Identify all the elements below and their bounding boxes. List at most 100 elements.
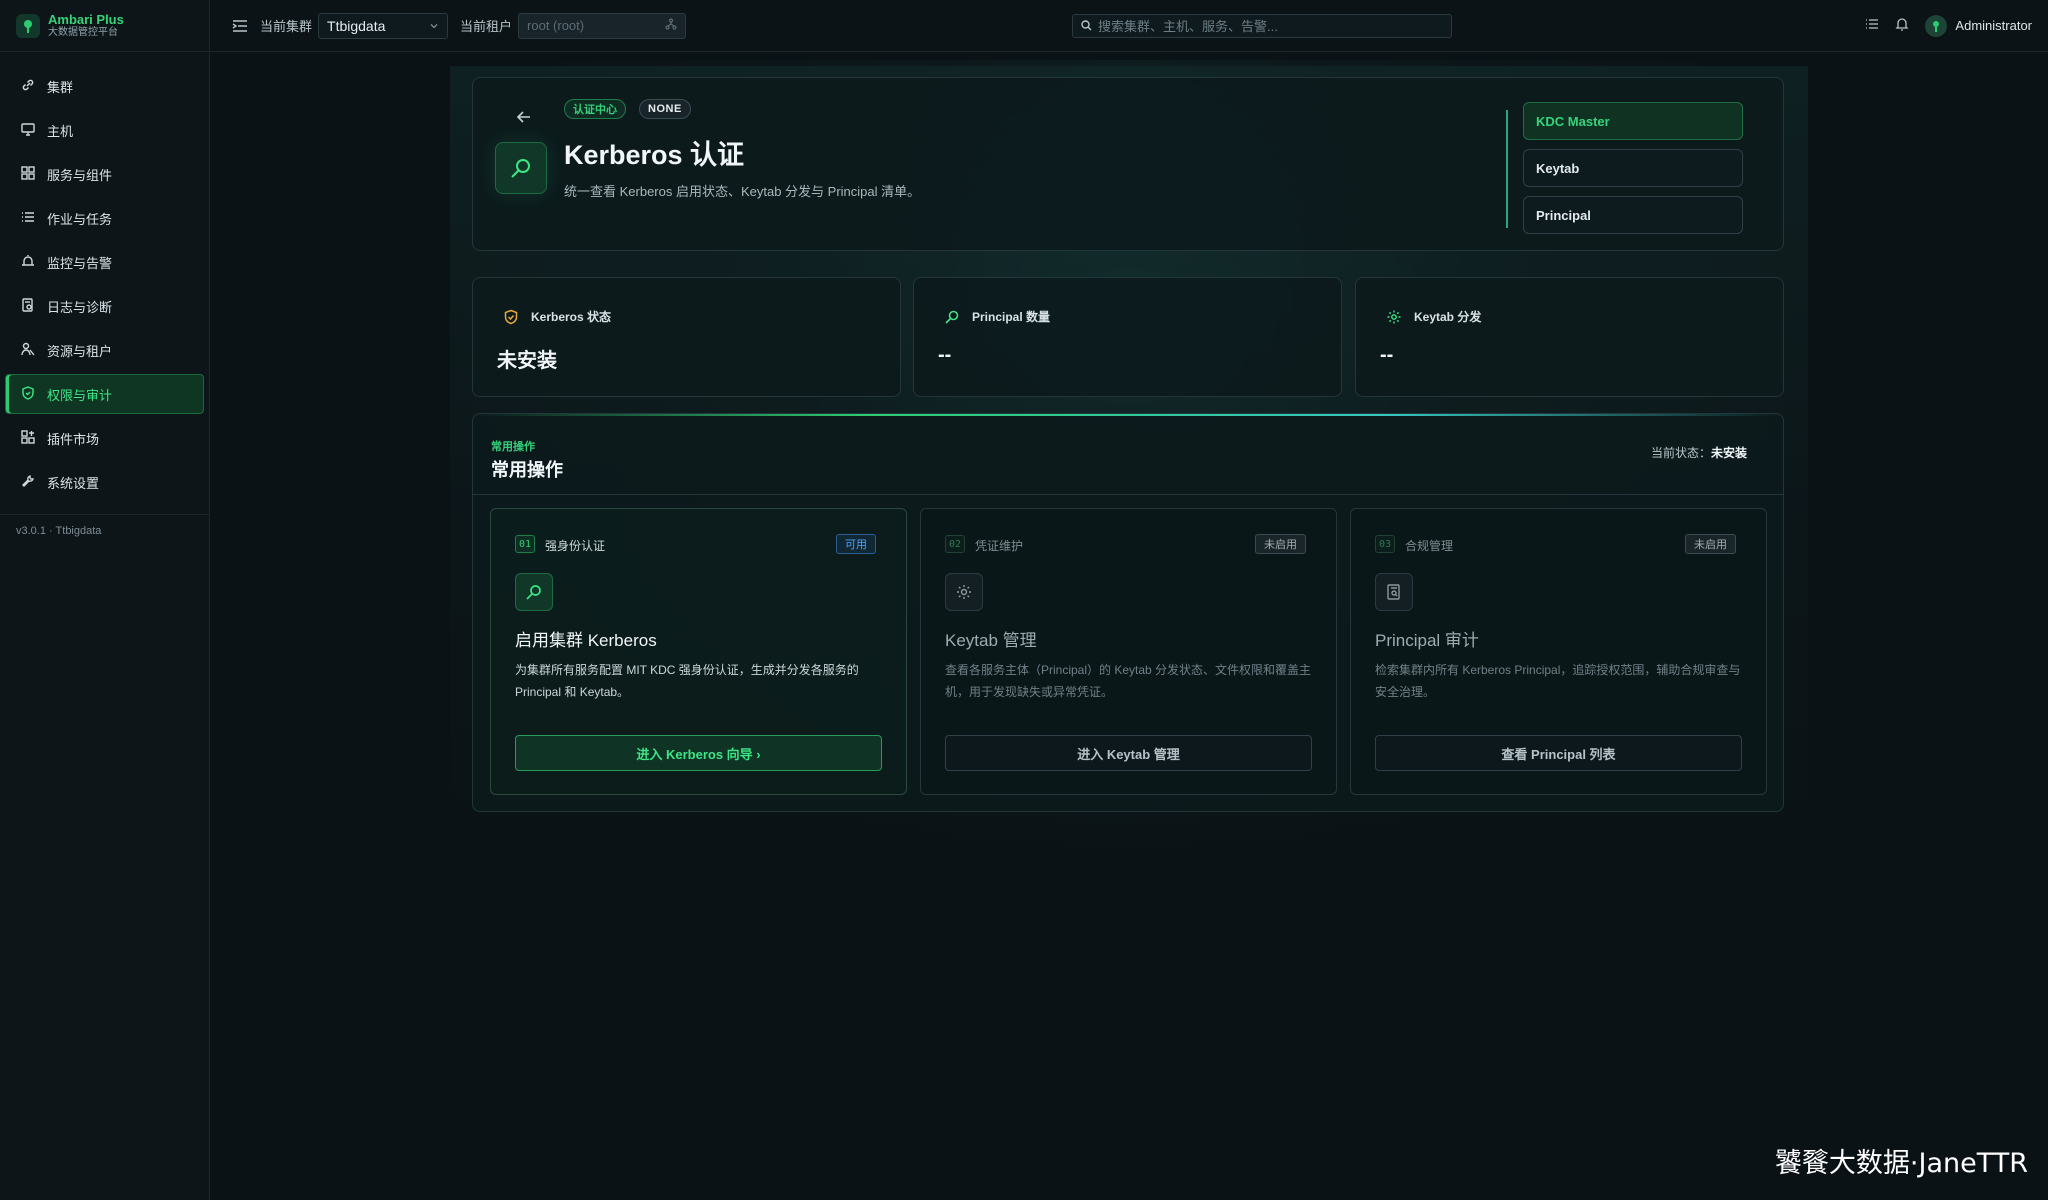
sidebar-item-plugins[interactable]: 插件市场 (5, 418, 204, 458)
sidebar-item-label: 日志与诊断 (47, 299, 113, 315)
sidebar-item-settings[interactable]: 系统设置 (5, 462, 204, 502)
stat-label: Keytab 分发 (1414, 310, 1482, 324)
operations-accent-line (473, 414, 1783, 416)
avatar[interactable] (1925, 14, 1948, 37)
brand-logo-icon (16, 13, 40, 38)
sidebar-item-logs[interactable]: 日志与诊断 (5, 286, 204, 326)
sidebar-item-label: 作业与任务 (47, 211, 113, 227)
tenant-placeholder: root (root) (527, 18, 585, 33)
sidebar-item-jobs[interactable]: 作业与任务 (5, 198, 204, 238)
hero-tag-status: NONE (639, 99, 691, 119)
enter-kerberos-wizard-button[interactable]: 进入 Kerberos 向导 › (515, 735, 882, 771)
operation-number: 01 (515, 535, 535, 553)
brand-title: Ambari Plus (48, 11, 124, 27)
stat-label: Kerberos 状态 (531, 310, 612, 324)
operations-kicker: 常用操作 (491, 441, 535, 453)
operations-divider (473, 494, 1783, 495)
operation-description: 为集群所有服务配置 MIT KDC 强身份认证，生成并分发各服务的 Princi… (515, 663, 859, 699)
status-badge: 可用 (836, 534, 876, 554)
sidebar-item-hosts[interactable]: 主机 (5, 110, 204, 150)
sidebar-item-label: 主机 (47, 123, 74, 139)
users-icon (21, 342, 37, 358)
hero-link-kdc-master[interactable]: KDC Master (1523, 102, 1743, 140)
stat-value: -- (938, 344, 952, 366)
operations-title: 常用操作 (491, 460, 563, 480)
operation-card-principal-audit: 03 合规管理 未启用 Principal 审计 检索集群内所有 Kerbero… (1350, 508, 1767, 795)
sidebar-item-label: 监控与告警 (47, 255, 113, 271)
stat-label: Principal 数量 (972, 310, 1051, 324)
stat-card-kerberos-status: Kerberos 状态 未安装 (472, 277, 901, 397)
stat-value: 未安装 (497, 350, 557, 372)
bell-icon[interactable] (1895, 17, 1909, 34)
hero-link-principal[interactable]: Principal (1523, 196, 1743, 234)
sidebar-item-services[interactable]: 服务与组件 (5, 154, 204, 194)
sidebar: Ambari Plus 大数据管控平台 集群 主机 服务与组件 作业与任务 监控… (0, 0, 210, 1200)
sidebar-item-cluster[interactable]: 集群 (5, 66, 204, 106)
enter-keytab-management-button[interactable]: 进入 Keytab 管理 (945, 735, 1312, 771)
gear-icon (1386, 309, 1402, 325)
search-icon (944, 309, 960, 325)
wrench-icon (21, 474, 37, 490)
view-principal-list-button[interactable]: 查看 Principal 列表 (1375, 735, 1742, 771)
sidebar-item-permissions[interactable]: 权限与审计 (5, 374, 204, 414)
log-icon (21, 298, 37, 314)
hero-card: 认证中心 NONE Kerberos 认证 统一查看 Kerberos 启用状态… (472, 77, 1784, 251)
status-badge: 未启用 (1685, 534, 1736, 554)
user-name[interactable]: Administrator (1955, 18, 2032, 33)
operation-number: 03 (1375, 535, 1395, 553)
task-list-icon[interactable] (1865, 17, 1879, 34)
operations-status-label: 当前状态： (1650, 446, 1711, 460)
operation-description: 检索集群内所有 Kerberos Principal，追踪授权范围，辅助合规审查… (1375, 663, 1741, 699)
stat-header: Keytab 分发 (1386, 308, 1481, 325)
stat-card-principal-count: Principal 数量 -- (913, 277, 1342, 397)
page-title: Kerberos 认证 (564, 140, 745, 170)
sidebar-item-resources[interactable]: 资源与租户 (5, 330, 204, 370)
operation-description: 查看各服务主体（Principal）的 Keytab 分发状态、文件权限和覆盖主… (945, 663, 1312, 699)
operation-card-enable-kerberos: 01 强身份认证 可用 启用集群 Kerberos 为集群所有服务配置 MIT … (490, 508, 907, 795)
operation-category: 合规管理 (1405, 539, 1454, 553)
cluster-select[interactable]: Ttbigdata (318, 12, 449, 39)
link-icon (21, 78, 37, 94)
search-icon (515, 573, 553, 611)
stat-value: -- (1380, 344, 1394, 366)
monitor-icon (21, 122, 37, 138)
search-input[interactable]: 搜索集群、主机、服务、告警... (1072, 13, 1452, 38)
sidebar-item-monitoring[interactable]: 监控与告警 (5, 242, 204, 282)
operation-number: 02 (945, 535, 965, 553)
grid-icon (21, 166, 37, 182)
operations-status-value: 未安装 (1710, 446, 1747, 460)
sidebar-item-label: 系统设置 (47, 475, 100, 491)
alarm-icon (21, 254, 37, 270)
search-icon (1081, 20, 1092, 31)
operation-card-keytab-management: 02 凭证维护 未启用 Keytab 管理 查看各服务主体（Principal）… (920, 508, 1337, 795)
list-icon (21, 210, 37, 226)
sidebar-item-label: 集群 (47, 79, 74, 95)
brand[interactable]: Ambari Plus 大数据管控平台 (0, 0, 209, 52)
tenant-select[interactable]: root (root) (518, 12, 687, 39)
operations-panel: 常用操作 常用操作 当前状态：未安装 01 强身份认证 可用 启用集群 Kerb… (472, 413, 1784, 812)
hero-link-keytab[interactable]: Keytab (1523, 149, 1743, 187)
back-arrow-icon[interactable] (515, 108, 533, 126)
cluster-select-value: Ttbigdata (327, 17, 386, 34)
stat-card-keytab-distribution: Keytab 分发 -- (1355, 277, 1784, 397)
document-search-icon (1375, 573, 1413, 611)
stat-header: Kerberos 状态 (503, 308, 611, 325)
hero-link-rail (1506, 110, 1508, 228)
gear-icon (945, 573, 983, 611)
stat-header: Principal 数量 (944, 308, 1050, 325)
operation-category: 强身份认证 (545, 539, 606, 553)
operation-title: Principal 审计 (1375, 631, 1479, 650)
shield-icon (21, 386, 37, 402)
search-icon (495, 142, 547, 194)
menu-collapse-icon[interactable] (232, 18, 248, 34)
topbar: 当前集群 Ttbigdata 当前租户 root (root) 搜索集群、主机、… (210, 0, 2048, 52)
sidebar-nav: 集群 主机 服务与组件 作业与任务 监控与告警 日志与诊断 资源与租户 权限与审… (0, 52, 209, 502)
operation-title: 启用集群 Kerberos (515, 631, 657, 650)
hero-tag-auth-center: 认证中心 (564, 99, 626, 119)
brand-subtitle: 大数据管控平台 (48, 26, 118, 38)
operations-status: 当前状态：未安装 (1651, 444, 1747, 461)
sidebar-item-label: 资源与租户 (47, 343, 113, 359)
sidebar-item-label: 服务与组件 (47, 167, 113, 183)
watermark: 饕餮大数据·JaneTTR (1774, 1148, 2028, 1179)
tenant-tree-icon (665, 18, 677, 33)
